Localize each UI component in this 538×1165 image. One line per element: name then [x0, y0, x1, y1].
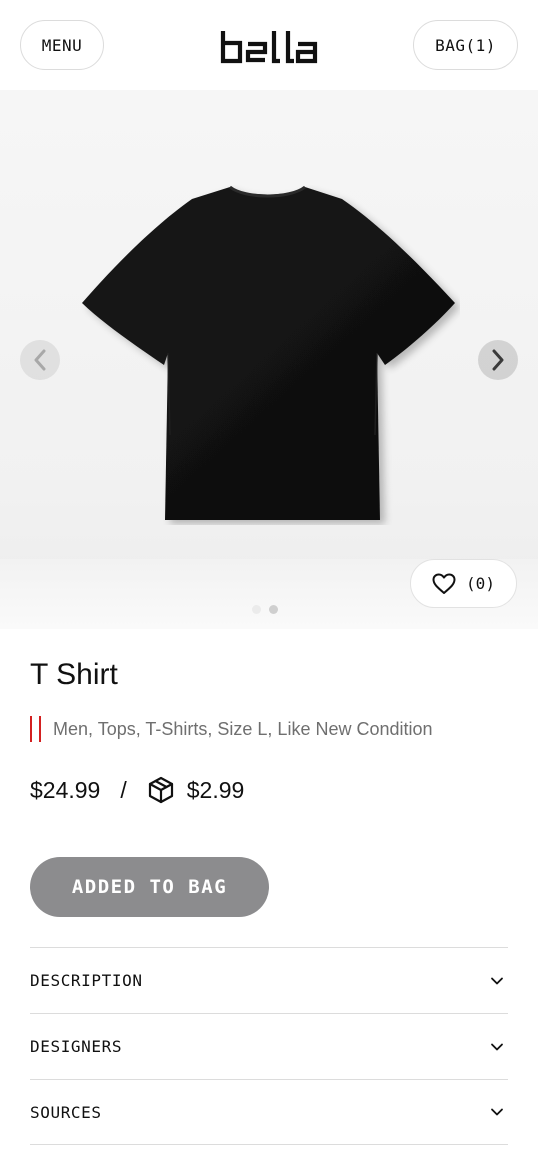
bella-logo-mark — [220, 31, 318, 64]
chevron-left-icon — [34, 349, 46, 371]
bag-button[interactable]: BAG(1) — [413, 20, 518, 70]
chevron-right-icon — [492, 349, 504, 371]
accordion-item-designers[interactable]: DESIGNERS — [30, 1013, 508, 1079]
bella-logo[interactable] — [218, 28, 320, 66]
carousel-dot[interactable] — [252, 605, 261, 614]
tag-marker-bar — [39, 716, 41, 742]
menu-button[interactable]: MENU — [20, 20, 104, 70]
added-to-bag-button[interactable]: ADDED TO BAG — [30, 857, 269, 917]
like-button[interactable]: (0) — [410, 559, 517, 608]
product-details-accordion: DESCRIPTION DESIGNERS SOURCES — [30, 947, 508, 1145]
product-title: T Shirt — [30, 658, 118, 691]
package-box-icon — [147, 776, 175, 804]
accordion-label: DESIGNERS — [30, 1037, 123, 1056]
price-separator: / — [120, 776, 127, 803]
price-row: $24.99 / $2.99 — [30, 772, 244, 808]
like-count: (0) — [466, 574, 495, 593]
tag-marker — [30, 716, 41, 742]
next-image-button[interactable] — [478, 340, 518, 380]
accordion-label: SOURCES — [30, 1102, 102, 1122]
chevron-down-icon — [491, 977, 503, 984]
heart-icon — [432, 573, 456, 594]
chevron-down-icon — [491, 1108, 503, 1116]
carousel-dot-active[interactable] — [269, 605, 278, 614]
product-tags: Men, Tops, T-Shirts, Size L, Like New Co… — [30, 716, 433, 742]
product-price: $24.99 — [30, 776, 101, 803]
tag-marker-bar — [30, 716, 32, 742]
previous-image-button[interactable] — [20, 340, 60, 380]
top-bar: MENU BAG(1) — [0, 0, 538, 90]
product-tags-text: Men, Tops, T-Shirts, Size L, Like New Co… — [53, 718, 433, 739]
chevron-down-icon — [491, 1043, 503, 1050]
accordion-item-sources[interactable]: SOURCES — [30, 1079, 508, 1145]
shipping-price: $2.99 — [186, 776, 245, 803]
accordion-label: DESCRIPTION — [30, 971, 143, 990]
carousel-dots — [252, 605, 278, 614]
product-image — [82, 185, 455, 520]
product-image-gallery[interactable]: (0) — [0, 90, 538, 629]
accordion-item-description[interactable]: DESCRIPTION — [30, 947, 508, 1013]
